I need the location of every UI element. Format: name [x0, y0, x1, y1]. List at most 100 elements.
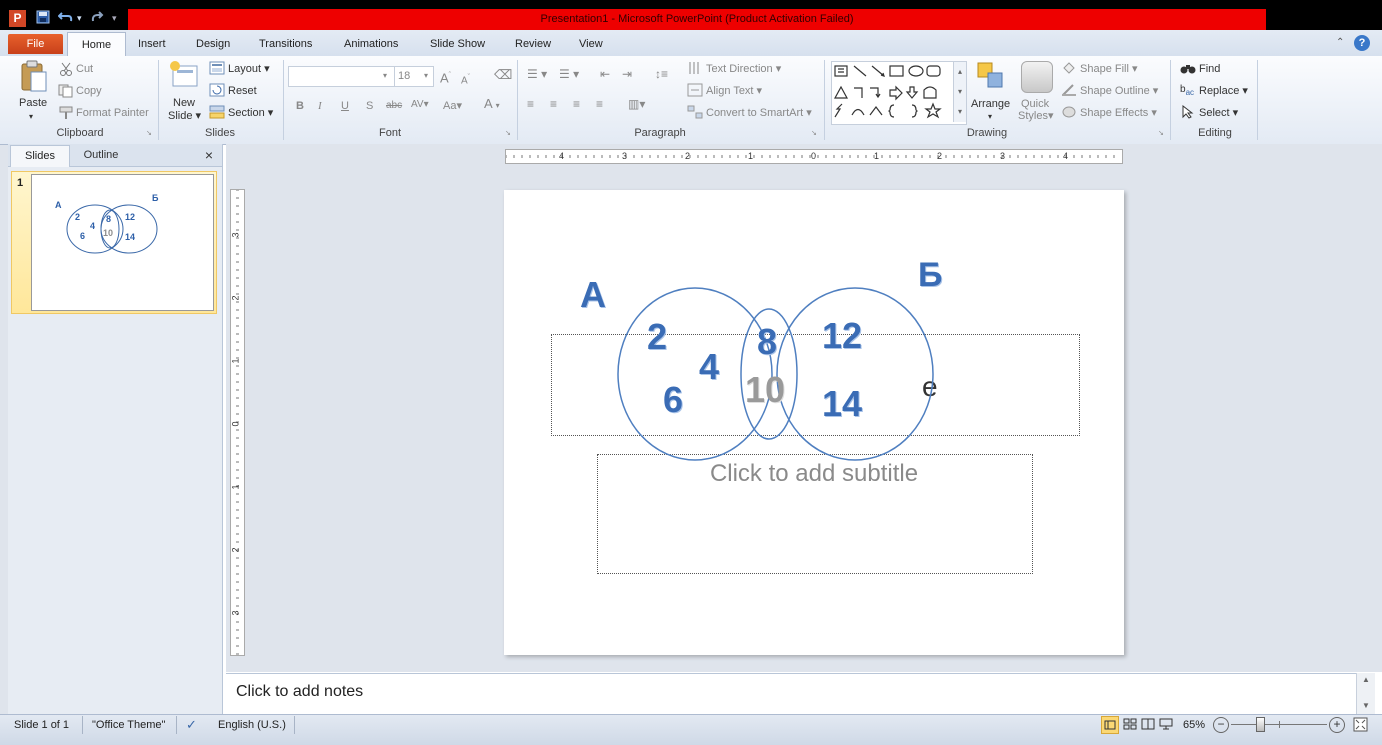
venn-number[interactable]: 8: [757, 322, 777, 362]
align-left-icon[interactable]: ≡: [527, 97, 534, 111]
shapes-gallery[interactable]: [831, 61, 967, 125]
set-a-label[interactable]: А: [580, 275, 606, 315]
new-slide-button[interactable]: Slide ▾: [168, 109, 201, 123]
venn-number[interactable]: 12: [822, 316, 862, 356]
zoom-slider-thumb[interactable]: [1256, 717, 1265, 732]
arrange-button[interactable]: Arrange: [971, 97, 1010, 111]
new-slide-label-1[interactable]: New: [173, 96, 195, 110]
decrease-indent-icon[interactable]: ⇤: [600, 67, 610, 81]
italic-button[interactable]: I: [318, 99, 322, 113]
dialog-launcher-icon[interactable]: ↘: [146, 129, 152, 137]
set-b-circle[interactable]: [776, 287, 934, 461]
tab-animations[interactable]: Animations: [344, 37, 398, 51]
underline-button[interactable]: U: [341, 99, 349, 113]
shapes-gallery-scroll[interactable]: ▴ ▾ ▾: [953, 62, 966, 122]
tab-review[interactable]: Review: [515, 37, 551, 51]
notes-scrollbar[interactable]: ▲ ▼: [1356, 673, 1375, 714]
close-panel-icon[interactable]: ×: [201, 146, 217, 164]
venn-number[interactable]: 10: [745, 370, 785, 410]
align-text-icon[interactable]: [687, 83, 703, 100]
cut-button[interactable]: Cut: [76, 62, 93, 76]
shape-outline-icon[interactable]: [1061, 83, 1077, 100]
tab-design[interactable]: Design: [196, 37, 230, 51]
paste-button[interactable]: Paste: [19, 96, 47, 110]
arrange-dropdown-icon[interactable]: ▾: [988, 110, 992, 124]
layout-button[interactable]: Layout ▾: [228, 62, 270, 76]
slide-show-icon[interactable]: [1159, 718, 1173, 733]
convert-smartart-button[interactable]: Convert to SmartArt ▾: [706, 106, 812, 120]
text-shadow-button[interactable]: S: [366, 99, 373, 113]
clear-formatting-icon[interactable]: ⌫: [494, 68, 512, 82]
section-button[interactable]: Section ▾: [228, 106, 273, 120]
find-button[interactable]: Find: [1199, 62, 1220, 76]
tab-insert[interactable]: Insert: [138, 37, 166, 51]
quick-styles-icon[interactable]: [1021, 61, 1053, 93]
zoom-in-icon[interactable]: +: [1329, 717, 1345, 733]
new-slide-icon[interactable]: [169, 60, 199, 93]
align-text-button[interactable]: Align Text ▾: [706, 84, 762, 98]
venn-number[interactable]: 6: [663, 380, 683, 420]
scroll-down-icon[interactable]: ▼: [1357, 699, 1375, 713]
help-icon[interactable]: ?: [1354, 35, 1370, 51]
select-icon[interactable]: [1181, 104, 1195, 122]
dialog-launcher-icon[interactable]: ↘: [811, 129, 817, 137]
tab-slide-show[interactable]: Slide Show: [430, 37, 485, 51]
replace-button[interactable]: Replace ▾: [1199, 84, 1248, 98]
columns-icon[interactable]: ▥▾: [628, 97, 645, 111]
slide-thumbnail[interactable]: А Б 2 4 6 8 10 12 14: [31, 174, 214, 311]
font-name-combo[interactable]: [288, 66, 396, 87]
venn-number[interactable]: 2: [647, 317, 667, 357]
theme-status[interactable]: "Office Theme": [92, 718, 165, 732]
font-name-dropdown-icon[interactable]: ▾: [383, 69, 387, 83]
powerpoint-app-icon[interactable]: P: [9, 10, 26, 27]
scroll-up-icon[interactable]: ▲: [1357, 673, 1375, 687]
select-button[interactable]: Select ▾: [1199, 106, 1238, 120]
shape-effects-icon[interactable]: [1061, 105, 1077, 122]
zoom-out-icon[interactable]: −: [1213, 717, 1229, 733]
venn-diagram[interactable]: [504, 190, 1124, 655]
dialog-launcher-icon[interactable]: ↘: [505, 129, 511, 137]
replace-icon[interactable]: bac: [1180, 83, 1194, 100]
minimize-ribbon-icon[interactable]: ⌃: [1336, 37, 1344, 48]
justify-icon[interactable]: ≡: [596, 97, 603, 111]
undo-icon[interactable]: [57, 10, 74, 27]
format-painter-button[interactable]: Format Painter: [76, 106, 149, 120]
arrange-icon[interactable]: [976, 61, 1006, 94]
shrink-font-icon[interactable]: Aˇ: [461, 71, 470, 88]
spell-check-icon[interactable]: ✓: [186, 718, 197, 732]
cut-icon[interactable]: [59, 62, 73, 79]
language-status[interactable]: English (U.S.): [218, 718, 286, 732]
text-direction-button[interactable]: Text Direction ▾: [706, 62, 781, 76]
change-case-button[interactable]: Aa▾: [443, 99, 462, 113]
copy-icon[interactable]: [58, 84, 74, 101]
numbering-icon[interactable]: ☰ ▾: [559, 67, 579, 81]
set-b-label[interactable]: Б: [918, 255, 942, 295]
shape-effects-button[interactable]: Shape Effects ▾: [1080, 106, 1157, 120]
shape-fill-button[interactable]: Shape Fill ▾: [1080, 62, 1138, 76]
copy-button[interactable]: Copy: [76, 84, 102, 98]
paste-dropdown-icon[interactable]: ▾: [29, 110, 33, 124]
redo-icon[interactable]: [90, 10, 104, 27]
dialog-launcher-icon[interactable]: ↘: [1158, 129, 1164, 137]
reading-view-icon[interactable]: [1141, 718, 1155, 733]
shape-fill-icon[interactable]: [1061, 61, 1077, 78]
align-center-icon[interactable]: ≡: [550, 97, 557, 111]
fit-slide-icon[interactable]: [1353, 717, 1368, 735]
strikethrough-button[interactable]: abc: [386, 99, 402, 113]
find-icon[interactable]: [1180, 61, 1196, 78]
quick-styles-button[interactable]: Styles▾: [1018, 109, 1054, 123]
grow-font-icon[interactable]: Aˆ: [440, 69, 451, 85]
format-painter-icon[interactable]: [58, 106, 74, 123]
undo-dropdown-icon[interactable]: ▾: [77, 10, 82, 27]
bold-button[interactable]: B: [296, 99, 304, 113]
notes-pane[interactable]: [226, 673, 1356, 715]
tab-view[interactable]: View: [579, 37, 603, 51]
bullets-icon[interactable]: ☰ ▾: [527, 67, 547, 81]
line-spacing-icon[interactable]: ↕≡: [655, 67, 668, 81]
tab-slides[interactable]: Slides: [10, 145, 70, 167]
align-right-icon[interactable]: ≡: [573, 97, 580, 111]
paste-icon[interactable]: [20, 60, 48, 97]
customize-qat-icon[interactable]: ▾: [112, 10, 117, 27]
font-color-button[interactable]: A ▾: [484, 97, 500, 113]
shape-outline-button[interactable]: Shape Outline ▾: [1080, 84, 1158, 98]
